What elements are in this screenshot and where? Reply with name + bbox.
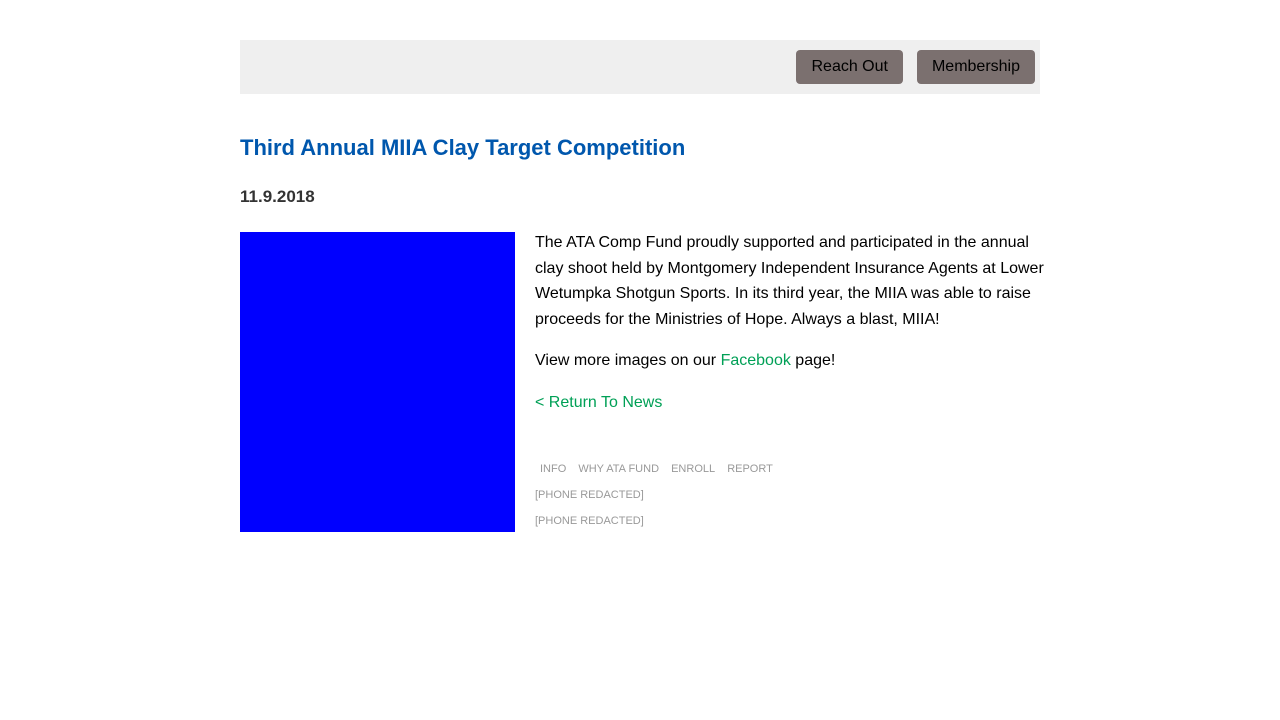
facebook-link[interactable]: Facebook: [721, 352, 791, 369]
article-title: Third Annual MIIA Clay Target Competitio…: [240, 135, 686, 160]
page-container: Reach Out Membership Third Annual MIIA C…: [240, 40, 1044, 532]
article-body: The ATA Comp Fund proudly supported and …: [535, 230, 1045, 431]
footer-link-report[interactable]: REPORT: [727, 463, 773, 475]
footer-link-why-ata-fund[interactable]: WHY ATA FUND: [578, 463, 659, 475]
article-date: 11.9.2018: [240, 187, 315, 206]
return-to-news-link[interactable]: < Return To News: [535, 394, 662, 411]
footer-link-enroll[interactable]: ENROLL: [671, 463, 715, 475]
reach-out-button[interactable]: Reach Out: [796, 50, 903, 84]
more-images-suffix: page!: [790, 352, 836, 369]
footer-nav: INFO WHY ATA FUND ENROLL REPORT: [535, 456, 777, 482]
article-paragraph: The ATA Comp Fund proudly supported and …: [535, 234, 1044, 328]
article-image: [240, 232, 515, 532]
footer-link-info[interactable]: INFO: [540, 463, 566, 475]
footer-phone-2: [PHONE REDACTED]: [535, 515, 644, 527]
more-images-prefix: View more images on our: [535, 352, 721, 369]
membership-button[interactable]: Membership: [916, 50, 1035, 84]
more-images-line: View more images on our Facebook page!: [535, 348, 1045, 374]
top-nav-bar: Reach Out Membership: [240, 40, 1040, 94]
footer: INFO WHY ATA FUND ENROLL REPORT [PHONE R…: [535, 456, 777, 534]
footer-phone-1: [PHONE REDACTED]: [535, 489, 644, 501]
